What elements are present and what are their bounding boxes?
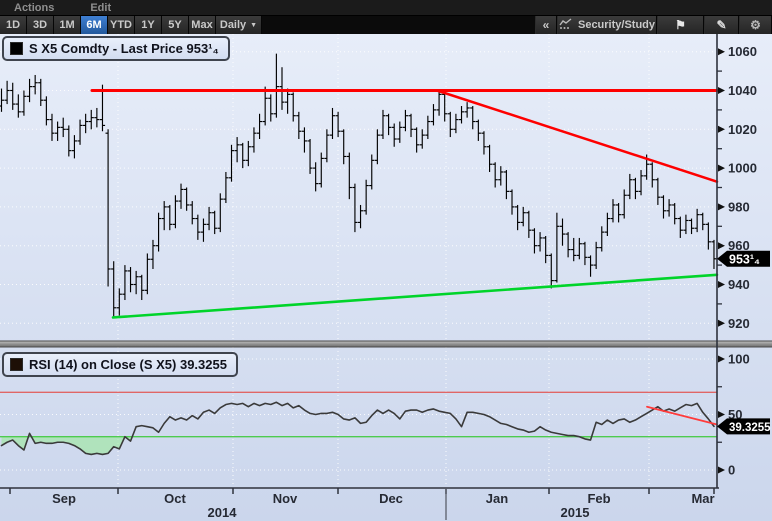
menu-edit[interactable]: Edit xyxy=(90,2,111,14)
price-tick-label: 1060 xyxy=(728,44,757,59)
price-tick-label: 1020 xyxy=(728,122,757,137)
chart-application-window: Actions Edit 1D 3D 1M 6M YTD 1Y 5Y Max D… xyxy=(0,0,772,521)
collapse-panel-button[interactable]: « xyxy=(535,16,557,34)
price-tick-label: 1000 xyxy=(728,161,757,176)
month-label-mar: Mar xyxy=(691,491,714,506)
chart-area: 1060104010201000980960940920100500SepOct… xyxy=(0,34,772,521)
line-chart-icon xyxy=(559,18,573,33)
price-series-legend[interactable]: S X5 Comdty - Last Price 953¹₄ xyxy=(2,36,230,61)
range-tab-6m[interactable]: 6M xyxy=(81,16,108,34)
period-dropdown-label: Daily xyxy=(220,19,246,31)
month-label-oct: Oct xyxy=(164,491,186,506)
month-label-sep: Sep xyxy=(52,491,76,506)
flag-icon: ⚑ xyxy=(675,18,686,32)
menu-bar: Actions Edit xyxy=(0,0,772,16)
range-tab-max[interactable]: Max xyxy=(189,16,216,34)
range-toolbar: 1D 3D 1M 6M YTD 1Y 5Y Max Daily ▼ « Secu… xyxy=(0,16,772,34)
rsi-tick-label: 0 xyxy=(728,463,735,478)
pencil-icon: ✎ xyxy=(716,18,726,32)
menu-actions[interactable]: Actions xyxy=(14,2,54,14)
range-tab-3d[interactable]: 3D xyxy=(27,16,54,34)
flag-button[interactable]: ⚑ xyxy=(657,16,704,34)
chevron-down-icon: ▼ xyxy=(250,22,257,29)
rsi-value-tag-text: 39.3255 xyxy=(729,422,771,434)
price-tick-label: 1040 xyxy=(728,83,757,98)
last-price-tag-text: 953¹₄ xyxy=(729,252,760,266)
toolbar-right-cluster: « Security/Study ⚑ ✎ ⚙ xyxy=(535,16,772,34)
range-tab-5y[interactable]: 5Y xyxy=(162,16,189,34)
range-tab-1y[interactable]: 1Y xyxy=(135,16,162,34)
settings-button[interactable]: ⚙ xyxy=(739,16,772,34)
price-tick-label: 980 xyxy=(728,199,750,214)
rsi-tick-label: 100 xyxy=(728,352,750,367)
price-tick-label: 920 xyxy=(728,316,750,331)
year-label-2014: 2014 xyxy=(208,505,238,520)
rsi-study-legend[interactable]: RSI (14) on Close (S X5) 39.3255 xyxy=(2,352,238,377)
range-tab-1d[interactable]: 1D xyxy=(0,16,27,34)
period-dropdown[interactable]: Daily ▼ xyxy=(216,16,262,34)
gear-icon: ⚙ xyxy=(750,18,761,32)
range-tab-ytd[interactable]: YTD xyxy=(108,16,135,34)
rsi-legend-label: RSI (14) on Close (S X5) 39.3255 xyxy=(29,357,227,372)
price-legend-label: S X5 Comdty - Last Price 953¹₄ xyxy=(29,41,219,56)
security-study-label: Security/Study xyxy=(578,19,655,31)
month-label-feb: Feb xyxy=(587,491,610,506)
month-label-jan: Jan xyxy=(486,491,508,506)
range-tab-1m[interactable]: 1M xyxy=(54,16,81,34)
panel-separator xyxy=(0,341,772,347)
rsi-series-marker xyxy=(10,358,23,371)
chart-canvas[interactable]: 1060104010201000980960940920100500SepOct… xyxy=(0,34,772,521)
price-tick-label: 940 xyxy=(728,277,750,292)
security-study-button[interactable]: Security/Study xyxy=(557,16,657,34)
annotate-button[interactable]: ✎ xyxy=(704,16,739,34)
price-series-marker xyxy=(10,42,23,55)
year-label-2015: 2015 xyxy=(561,505,590,520)
month-label-nov: Nov xyxy=(273,491,298,506)
month-label-dec: Dec xyxy=(379,491,403,506)
